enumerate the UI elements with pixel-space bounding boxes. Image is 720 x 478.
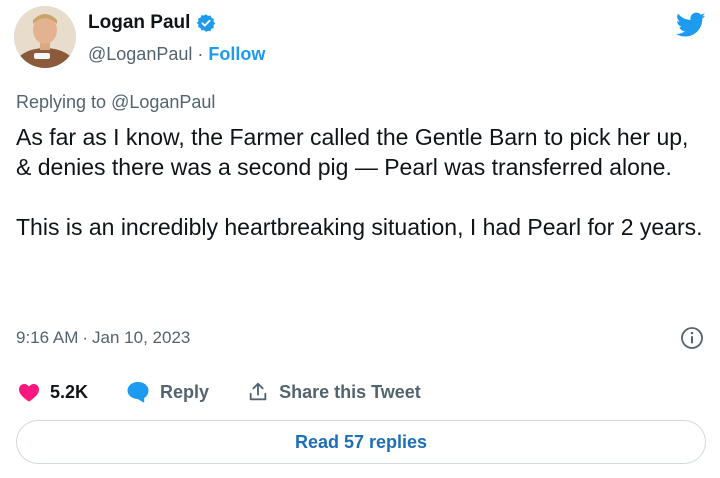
author-name-row: Logan Paul	[88, 12, 216, 34]
tweet-paragraph: As far as I know, the Farmer called the …	[16, 124, 689, 180]
tweet-card: Logan Paul @LoganPaul · Follow Replying …	[0, 0, 720, 478]
tweet-text: As far as I know, the Farmer called the …	[16, 122, 706, 242]
follow-button[interactable]: Follow	[208, 44, 265, 64]
like-button[interactable]: 5.2K	[18, 382, 88, 403]
tweet-date: Jan 10, 2023	[92, 328, 191, 347]
verified-badge-icon	[197, 14, 216, 32]
handle-separator: ·	[197, 44, 204, 64]
author-display-name[interactable]: Logan Paul	[88, 12, 190, 34]
reply-button[interactable]: Reply	[126, 381, 209, 403]
twitter-bird-icon[interactable]	[676, 12, 706, 38]
replying-mention[interactable]: @LoganPaul	[111, 92, 215, 112]
share-button[interactable]: Share this Tweet	[247, 381, 421, 403]
tweet-time: 9:16 AM	[16, 328, 79, 347]
reply-bubble-icon	[127, 382, 149, 403]
author-handle-row: @LoganPaul · Follow	[88, 44, 265, 65]
tweet-paragraph: This is an incredibly heartbreaking situ…	[16, 214, 703, 240]
share-label: Share this Tweet	[279, 381, 421, 402]
author-handle[interactable]: @LoganPaul	[88, 44, 192, 64]
read-replies-label: Read 57 replies	[294, 431, 428, 452]
replying-to: Replying to @LoganPaul	[16, 92, 215, 113]
replying-prefix: Replying to	[16, 92, 107, 112]
avatar[interactable]	[14, 6, 76, 68]
share-icon	[249, 382, 267, 401]
reply-label: Reply	[160, 381, 210, 402]
timestamp-separator: ·	[82, 328, 89, 347]
info-icon[interactable]	[680, 326, 704, 350]
heart-icon	[19, 384, 39, 402]
action-bar: 5.2K Reply Share this Tweet	[18, 381, 421, 403]
tweet-timestamp[interactable]: 9:16 AM · Jan 10, 2023	[16, 328, 190, 348]
like-count: 5.2K	[50, 381, 89, 402]
read-replies-button[interactable]: Read 57 replies	[16, 420, 706, 464]
